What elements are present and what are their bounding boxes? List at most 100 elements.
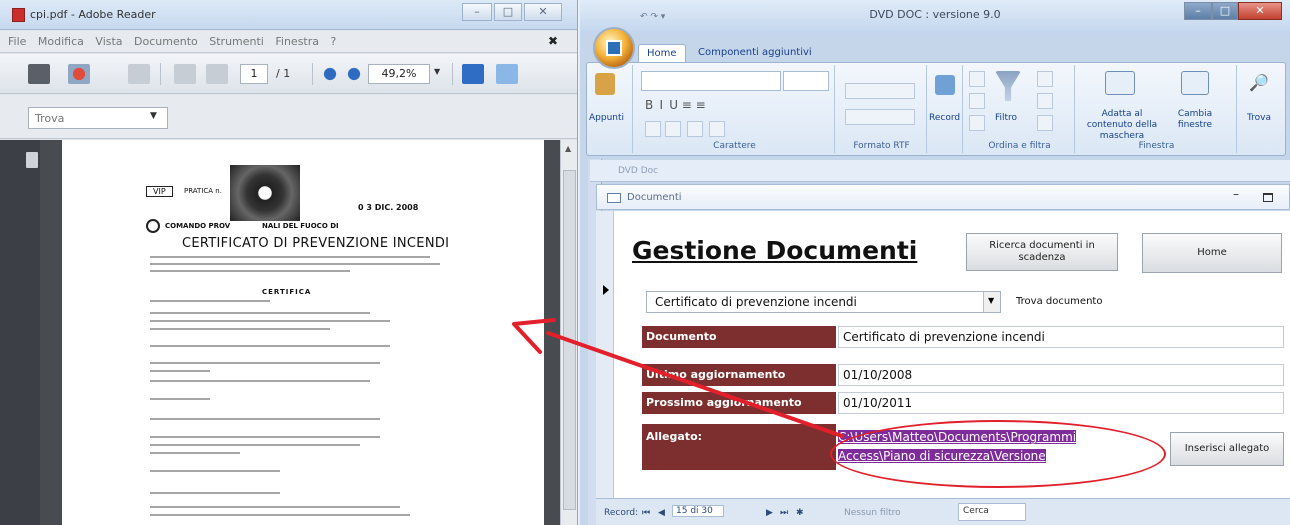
reader-menubar: File Modifica Vista Documento Strumenti … <box>0 31 577 53</box>
home-button[interactable]: Home <box>1142 233 1282 273</box>
fit-page-icon[interactable] <box>462 64 484 84</box>
ribbon-tabs: Home Componenti aggiuntivi <box>580 36 1290 64</box>
tab-home[interactable]: Home <box>638 44 686 64</box>
zoom-dropdown-icon[interactable]: ▼ <box>434 67 440 76</box>
print-icon[interactable] <box>28 64 50 84</box>
next-record-icon[interactable]: ▶ <box>766 508 773 518</box>
bold-italic-underline-icon[interactable]: B I U ≡ ≡ <box>645 98 706 112</box>
find-input[interactable] <box>28 107 168 129</box>
ribbon-group-trova: 🔎 Trova <box>1239 65 1285 153</box>
sort-descending-icon[interactable] <box>969 93 985 109</box>
binoculars-icon[interactable]: 🔎 <box>1249 73 1269 92</box>
record-selector[interactable] <box>596 211 614 498</box>
zoom-in-icon[interactable] <box>346 64 362 84</box>
pdf-emblem-icon <box>146 219 160 233</box>
document-selector-value: Certificato di prevenzione incendi <box>655 295 857 309</box>
selection-filter-icon[interactable] <box>1037 71 1053 87</box>
fill-color-icon[interactable] <box>709 121 725 137</box>
close-button[interactable]: ✕ <box>524 3 562 21</box>
zoom-input[interactable]: 49,2% <box>368 64 430 84</box>
adobe-reader-window: cpi.pdf - Adobe Reader – □ ✕ File Modifi… <box>0 0 578 525</box>
appunti-label[interactable]: Appunti <box>589 113 624 123</box>
record-button[interactable]: Record <box>929 113 960 123</box>
form-minimize-button[interactable]: – <box>1233 187 1239 201</box>
maximize-button[interactable]: □ <box>494 3 522 21</box>
font-size-combo[interactable] <box>783 71 829 91</box>
hand-tool-icon[interactable] <box>128 64 150 84</box>
allegato-label: Allegato: <box>642 424 836 470</box>
ultimo-aggiornamento-field[interactable]: 01/10/2008 <box>838 364 1284 386</box>
close-document-icon[interactable]: ✖ <box>548 34 558 48</box>
minimize-button[interactable]: – <box>462 3 492 21</box>
menu-strumenti[interactable]: Strumenti <box>209 35 264 48</box>
office-button[interactable] <box>593 27 635 69</box>
menu-help[interactable]: ? <box>331 35 337 48</box>
form-maximize-button[interactable] <box>1263 193 1273 202</box>
pages-panel-icon[interactable] <box>26 152 38 168</box>
pdf-title: CERTIFICATO DI PREVENZIONE INCENDI <box>182 236 450 251</box>
documento-field[interactable]: Certificato di prevenzione incendi <box>838 326 1284 348</box>
scroll-up-icon[interactable]: ▲ <box>565 144 571 153</box>
find-dropdown-icon[interactable]: ▼ <box>150 111 157 121</box>
dvd-maximize-button[interactable]: □ <box>1212 2 1238 20</box>
form-title: Gestione Documenti <box>632 236 918 265</box>
finestra-group-label: Finestra <box>1138 141 1175 151</box>
paste-icon[interactable] <box>595 73 615 95</box>
pdf-comando: COMANDO PROV <box>165 222 231 230</box>
first-record-icon[interactable]: ⏮ <box>642 508 650 518</box>
cambia-finestre-button[interactable]: Cambia finestre <box>1175 109 1215 131</box>
fit-width-icon[interactable] <box>496 64 518 84</box>
prossimo-aggiornamento-field[interactable]: 01/10/2011 <box>838 392 1284 414</box>
highlight-color-icon[interactable] <box>665 121 681 137</box>
menu-finestra[interactable]: Finestra <box>275 35 319 48</box>
font-name-combo[interactable] <box>641 71 781 91</box>
font-color-icon[interactable] <box>645 121 661 137</box>
next-page-icon[interactable] <box>206 64 228 84</box>
object-header-label: DVD Doc <box>618 166 659 176</box>
tab-componenti-aggiuntivi[interactable]: Componenti aggiuntivi <box>690 44 820 64</box>
document-selector-dropdown[interactable]: ▼ <box>983 292 1000 312</box>
pdf-date: 0 3 DIC. 2008 <box>358 203 419 212</box>
documenti-tab-label: Documenti <box>627 192 682 203</box>
indent-icon[interactable] <box>845 83 915 99</box>
zoom-out-icon[interactable] <box>322 64 338 84</box>
switch-windows-icon[interactable] <box>1181 71 1209 95</box>
last-record-icon[interactable]: ⏭ <box>780 508 788 518</box>
adatta-button[interactable]: Adatta al contenuto della maschera <box>1081 109 1163 142</box>
scrollbar-thumb[interactable] <box>563 170 576 510</box>
record-position-input[interactable]: 15 di 30 <box>672 505 724 517</box>
ribbon-group-record: Record <box>929 65 963 153</box>
gridlines-icon[interactable] <box>687 121 703 137</box>
previous-record-icon[interactable]: ◀ <box>658 508 665 518</box>
reader-vertical-scrollbar[interactable]: ▲ <box>560 140 577 525</box>
clear-sort-icon[interactable] <box>969 115 985 131</box>
previous-page-icon[interactable] <box>174 64 196 84</box>
share-icon[interactable] <box>68 64 90 84</box>
advanced-filter-icon[interactable] <box>1037 93 1053 109</box>
list-icon[interactable] <box>845 109 915 125</box>
toggle-filter-icon[interactable] <box>1037 115 1053 131</box>
ricerca-scadenza-button[interactable]: Ricerca documenti in scadenza <box>966 233 1118 271</box>
dvd-minimize-button[interactable]: – <box>1184 2 1212 20</box>
menu-file[interactable]: File <box>8 35 26 48</box>
record-search-input[interactable]: Cerca <box>958 503 1026 521</box>
menu-modifica[interactable]: Modifica <box>38 35 84 48</box>
filtro-button[interactable]: Filtro <box>995 113 1017 123</box>
ribbon-group-appunti: Appunti <box>587 65 633 153</box>
menu-vista[interactable]: Vista <box>95 35 122 48</box>
inserisci-allegato-button[interactable]: Inserisci allegato <box>1170 432 1284 466</box>
menu-documento[interactable]: Documento <box>134 35 198 48</box>
records-icon[interactable] <box>935 75 955 95</box>
new-record-icon[interactable]: ✱ <box>796 508 804 518</box>
no-filter-button[interactable]: Nessun filtro <box>844 508 901 518</box>
page-number-input[interactable]: 1 <box>240 64 268 84</box>
fit-form-icon[interactable] <box>1105 71 1135 95</box>
ribbon-group-formato-rtf: Formato RTF <box>837 65 927 153</box>
sort-ascending-icon[interactable] <box>969 71 985 87</box>
documenti-form-tab[interactable]: Documenti – <box>596 184 1290 210</box>
dvd-close-button[interactable]: ✕ <box>1238 2 1282 20</box>
ribbon-group-ordina-filtra: Filtro Ordina e filtra <box>965 65 1075 153</box>
trova-button[interactable]: Trova <box>1247 113 1271 123</box>
document-selector-combo[interactable]: Certificato di prevenzione incendi <box>646 291 1001 313</box>
filter-icon[interactable] <box>995 71 1021 101</box>
